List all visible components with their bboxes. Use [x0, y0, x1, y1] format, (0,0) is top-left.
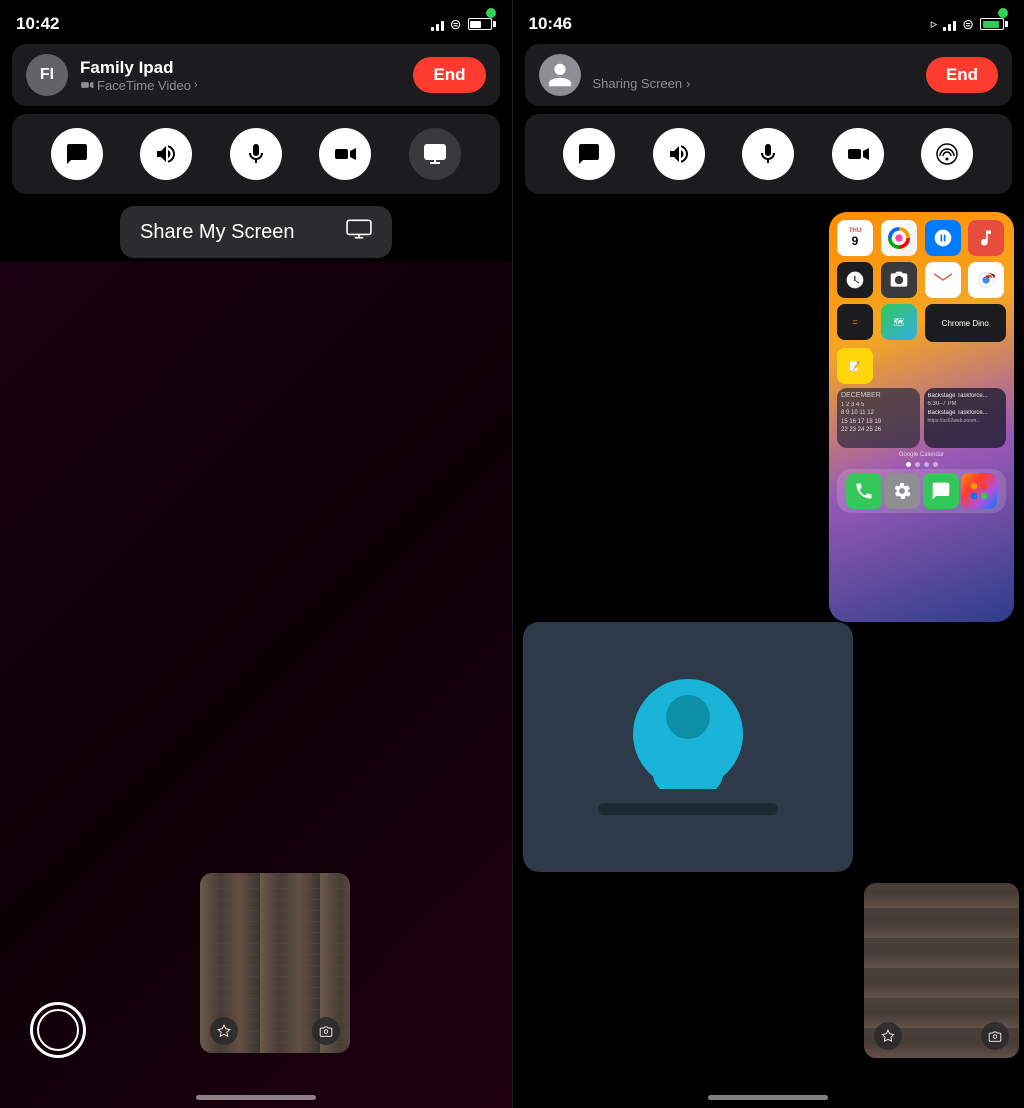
caller-name-left: Family Ipad [80, 58, 198, 78]
call-info-right: Sharing Screen › [539, 54, 713, 96]
speaker-button-right[interactable] [653, 128, 705, 180]
caller-avatar-left: FI [26, 54, 68, 96]
time-left: 10:42 [16, 14, 59, 34]
call-controls-right [525, 114, 1013, 194]
speaker-button-left[interactable] [140, 128, 192, 180]
avatar-panel [523, 622, 853, 872]
widget-label: Google Calendar [829, 452, 1014, 460]
status-icons-left: ⊜ [431, 16, 496, 33]
camera-button-left[interactable] [319, 128, 371, 180]
iphone-screen-content: THU 9 [829, 212, 1014, 622]
thumb-icons-left [200, 1017, 350, 1045]
gmail-app-icon [925, 262, 961, 298]
screen-share-icon [346, 218, 372, 246]
call-info-left: FI Family Ipad FaceTime Video › [26, 54, 198, 96]
end-call-button-right[interactable]: End [926, 57, 998, 93]
misc-dock-icon [961, 473, 997, 509]
call-type-left: FaceTime Video › [80, 78, 198, 93]
home-indicator-left [196, 1095, 316, 1100]
wifi-icon-right: ⊜ [962, 16, 974, 33]
dock [837, 469, 1006, 513]
call-header-right: Sharing Screen › End [525, 44, 1013, 106]
location-icon: ▹ [931, 16, 938, 32]
camera-app-icon [881, 262, 917, 298]
calendar-widget: DECEMBER 1 2 3 4 58 9 10 11 1215 16 17 1… [837, 388, 920, 448]
camera-flip-button-right[interactable] [981, 1022, 1009, 1050]
mic-button-right[interactable] [742, 128, 794, 180]
star-button-left[interactable] [210, 1017, 238, 1045]
star-button-right[interactable] [874, 1022, 902, 1050]
events-widget: Backstage Taskforce... 6:30–7 PM Backsta… [924, 388, 1007, 448]
page-dots [829, 460, 1014, 469]
battery-icon-left [468, 18, 496, 30]
dino-widget: Chrome Dino [925, 304, 1007, 342]
calculator-app-icon: = [837, 304, 873, 340]
battery-icon-right [980, 18, 1008, 30]
thumbnail-card-right [864, 883, 1019, 1058]
notes-icon: 📝 [837, 348, 873, 384]
photos-app-icon [881, 220, 917, 256]
message-button-left[interactable] [51, 128, 103, 180]
green-dot-right [998, 8, 1008, 18]
time-right: 10:46 [529, 14, 572, 34]
iphone-screen-preview: THU 9 [829, 212, 1014, 622]
messages-dock-icon [923, 473, 959, 509]
status-bar-right: 10:46 ▹ ⊜ [513, 0, 1024, 44]
camera-button-right[interactable] [832, 128, 884, 180]
app-grid: THU 9 [829, 212, 1014, 392]
end-call-button-left[interactable]: End [413, 57, 485, 93]
signal-icon-left [431, 17, 444, 31]
call-header-left: FI Family Ipad FaceTime Video › End [12, 44, 500, 106]
thumbnail-card-left [200, 873, 350, 1053]
person-avatar-icon [633, 679, 743, 789]
right-panel: 10:46 ▹ ⊜ Sh [513, 0, 1024, 1108]
caller-name-right [593, 60, 713, 72]
widget-row: DECEMBER 1 2 3 4 58 9 10 11 1215 16 17 1… [829, 388, 1014, 452]
thumb-video-right [864, 883, 1019, 1058]
mic-button-left[interactable] [230, 128, 282, 180]
status-icons-right: ▹ ⊜ [931, 16, 1008, 33]
camera-flip-button-left[interactable] [312, 1017, 340, 1045]
share-screen-label: Share My Screen [140, 221, 295, 244]
screen-share-button-left[interactable] [409, 128, 461, 180]
calendar-app-icon: THU 9 [837, 220, 873, 256]
clock-app-icon [837, 262, 873, 298]
green-dot-left [486, 8, 496, 18]
person-name-redacted [598, 803, 778, 815]
left-panel: 10:42 ⊜ FI Family Ipad Fa [0, 0, 512, 1108]
video-area-left [0, 262, 512, 1108]
signal-icon-right [943, 17, 956, 31]
appstore-app-icon [925, 220, 961, 256]
share-screen-button[interactable]: Share My Screen [120, 206, 392, 258]
music-app-icon [968, 220, 1004, 256]
maps-app-icon: 🗺 [881, 304, 917, 340]
wifi-icon-left: ⊜ [450, 16, 462, 33]
status-bar-left: 10:42 ⊜ [0, 0, 512, 44]
message-button-right[interactable] [563, 128, 615, 180]
sharing-label-right: Sharing Screen › [593, 76, 713, 91]
phone-dock-icon [846, 473, 882, 509]
screen-share-area: THU 9 [513, 202, 1024, 1108]
chrome-app-icon [968, 262, 1004, 298]
airdrop-button-right[interactable] [921, 128, 973, 180]
caller-details-right: Sharing Screen › [593, 60, 713, 91]
settings-dock-icon [884, 473, 920, 509]
home-indicator-right [708, 1095, 828, 1100]
record-button[interactable] [30, 1002, 86, 1058]
thumb-icons-right [864, 1022, 1019, 1050]
caller-avatar-right [539, 54, 581, 96]
large-avatar-container [633, 679, 743, 789]
call-controls-left [12, 114, 500, 194]
caller-details-left: Family Ipad FaceTime Video › [80, 58, 198, 93]
